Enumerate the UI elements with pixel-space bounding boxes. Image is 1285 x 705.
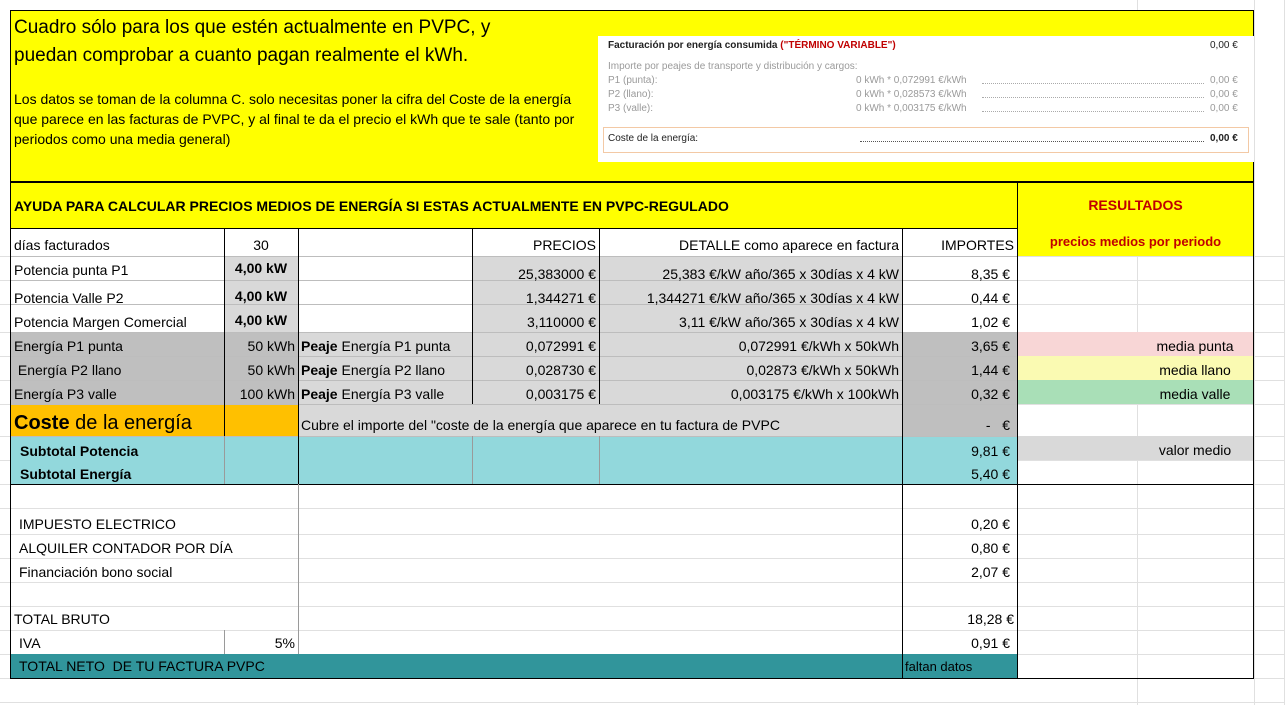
energia-p3-importe: 0,32 € (971, 386, 1010, 402)
peaje-word: Peaje (301, 386, 338, 402)
potencia-p1-detalle: 25,383 €/kW año/365 x 30días x 4 kW (662, 266, 899, 282)
invoice-p1-amount: 0,00 € (1210, 75, 1238, 86)
invoice-p3-label: P3 (valle): (608, 103, 654, 114)
subtotal-potencia-value: 9,81 € (971, 443, 1010, 459)
energia-p2-importe: 1,44 € (971, 362, 1010, 378)
coste-rest: de la energía (69, 412, 192, 434)
invoice-p1-detail: 0 kWh * 0,072991 €/kWh (856, 75, 967, 86)
invoice-sub-label: Importe por peajes de transporte y distr… (608, 61, 858, 72)
dias-value[interactable]: 30 (224, 234, 298, 256)
total-bruto-value: 18,28 € (967, 611, 1014, 627)
invoice-title: Facturación por energía consumida (608, 40, 778, 51)
peaje-p1-rest: Energía P1 punta (337, 338, 451, 354)
invoice-p2-label: P2 (llano): (608, 89, 654, 100)
potencia-p1-label: Potencia punta P1 (14, 262, 129, 278)
invoice-p3-detail: 0 kWh * 0,003175 €/kWh (856, 103, 967, 114)
iva-value: 0,91 € (971, 635, 1010, 651)
potencia-margen-precio: 3,110000 € (526, 314, 596, 330)
help-title: AYUDA PARA CALCULAR PRECIOS MEDIOS DE EN… (14, 198, 729, 214)
energia-p1-kwh[interactable]: 50 kWh (224, 334, 298, 358)
coste-note: Cubre el importe del "coste de la energí… (301, 417, 780, 433)
invoice-p3-dots (982, 103, 1204, 112)
dias-label: días facturados (14, 237, 110, 253)
invoice-title-red: ("TÉRMINO VARIABLE") (780, 40, 896, 51)
potencia-p1-precio: 25,383000 € (518, 266, 596, 282)
peaje-p2-label: Peaje Energía P2 llano (298, 358, 472, 382)
potencia-margen-detalle: 3,11 €/kW año/365 x 30días x 4 kW (679, 314, 899, 330)
media-punta: media punta (1156, 338, 1234, 354)
invoice-title-amount: 0,00 € (1210, 40, 1238, 51)
invoice-p1-label: P1 (punta): (608, 75, 658, 86)
invoice-cost-dots (860, 133, 1204, 142)
total-bruto-label: TOTAL BRUTO (14, 611, 110, 627)
energia-p2-label: Energía P2 llano (14, 362, 122, 378)
potencia-margen-label: Potencia Margen Comercial (14, 314, 187, 330)
media-valle: media valle (1159, 386, 1231, 402)
total-neto-value: faltan datos (905, 658, 973, 674)
peaje-word: Peaje (301, 362, 338, 378)
coste-label: Coste de la energía (11, 408, 223, 438)
energia-p3-kwh[interactable]: 100 kWh (224, 382, 298, 406)
potencia-p2-label: Potencia Valle P2 (14, 290, 124, 306)
potencia-margen-importe: 1,02 € (971, 314, 1010, 330)
peaje-p2-rest: Energía P2 llano (337, 362, 445, 378)
valor-medio: valor medio (1158, 442, 1232, 458)
potencia-p2-precio: 1,344271 € (525, 290, 596, 306)
subtotal-potencia-label: Subtotal Potencia (20, 443, 139, 459)
header-importes: IMPORTES (941, 237, 1014, 253)
potencia-p2-kw[interactable]: 4,00 kW (224, 284, 298, 308)
peaje-p1-label: Peaje Energía P1 punta (298, 334, 472, 358)
invoice-p1-dots (982, 75, 1204, 84)
invoice-snippet: Facturación por energía consumida ("TÉRM… (598, 36, 1254, 162)
invoice-p2-amount: 0,00 € (1210, 89, 1238, 100)
peaje-word: Peaje (301, 338, 338, 354)
energia-p2-precio: 0,028730 € (525, 362, 596, 378)
iva-label: IVA (19, 635, 41, 651)
info-desc-line1: Los datos se toman de la columna C. solo… (14, 91, 572, 107)
invoice-p2-detail: 0 kWh * 0,028573 €/kWh (856, 89, 967, 100)
total-neto-label: TOTAL NETO DE TU FACTURA PVPC (19, 658, 265, 674)
potencia-p2-detalle: 1,344271 €/kW año/365 x 30días x 4 kW (646, 290, 899, 306)
peaje-p3-rest: Energía P3 valle (337, 386, 445, 402)
alquiler-value: 0,80 € (971, 540, 1010, 556)
impuesto-value: 0,20 € (971, 516, 1010, 532)
energia-p3-detalle: 0,003175 €/kWh x 100kWh (730, 386, 899, 402)
energia-p3-precio: 0,003175 € (525, 386, 596, 402)
invoice-cost-amount: 0,00 € (1210, 133, 1238, 144)
potencia-p1-importe: 8,35 € (971, 266, 1010, 282)
alquiler-label: ALQUILER CONTADOR POR DÍA (19, 540, 233, 556)
energia-p1-precio: 0,072991 € (525, 338, 596, 354)
invoice-p2-dots (982, 89, 1204, 98)
invoice-p3-amount: 0,00 € (1210, 103, 1238, 114)
header-precios: PRECIOS (532, 237, 596, 253)
energia-p3-label: Energía P3 valle (14, 386, 117, 402)
coste-importe: - € (985, 417, 1010, 433)
coste-input[interactable] (224, 404, 298, 436)
energia-p1-label: Energía P1 punta (14, 338, 123, 354)
invoice-cost-label: Coste de la energía: (608, 133, 699, 144)
coste-bold: Coste (14, 412, 70, 434)
impuesto-label: IMPUESTO ELECTRICO (19, 516, 176, 532)
media-llano: media llano (1159, 362, 1231, 378)
info-desc-line3: periodos como una media general) (14, 131, 231, 147)
bono-value: 2,07 € (971, 564, 1010, 580)
info-title-line1: Cuadro sólo para los que estén actualmen… (14, 17, 491, 38)
potencia-margen-kw[interactable]: 4,00 kW (224, 308, 298, 332)
header-detalle: DETALLE como aparece en factura (679, 237, 899, 253)
results-subtitle: precios medios por periodo (1049, 234, 1222, 249)
energia-p2-kwh[interactable]: 50 kWh (224, 358, 298, 382)
peaje-p3-label: Peaje Energía P3 valle (298, 382, 472, 406)
energia-p1-importe: 3,65 € (971, 338, 1010, 354)
info-title-line2: puedan comprobar a cuanto pagan realment… (14, 45, 469, 66)
bono-label: Financiación bono social (19, 564, 173, 580)
info-desc-line2: que parece en las facturas de PVPC, y al… (14, 111, 575, 127)
potencia-p2-importe: 0,44 € (971, 290, 1010, 306)
energia-p1-detalle: 0,072991 €/kWh x 50kWh (738, 338, 899, 354)
subtotal-energia-value: 5,40 € (971, 466, 1010, 482)
results-title: RESULTADOS (1088, 197, 1183, 213)
energia-p2-detalle: 0,02873 €/kWh x 50kWh (746, 362, 899, 378)
subtotal-energia-label: Subtotal Energía (20, 466, 132, 482)
iva-pct[interactable]: 5% (224, 631, 298, 655)
potencia-p1-kw[interactable]: 4,00 kW (224, 256, 298, 280)
